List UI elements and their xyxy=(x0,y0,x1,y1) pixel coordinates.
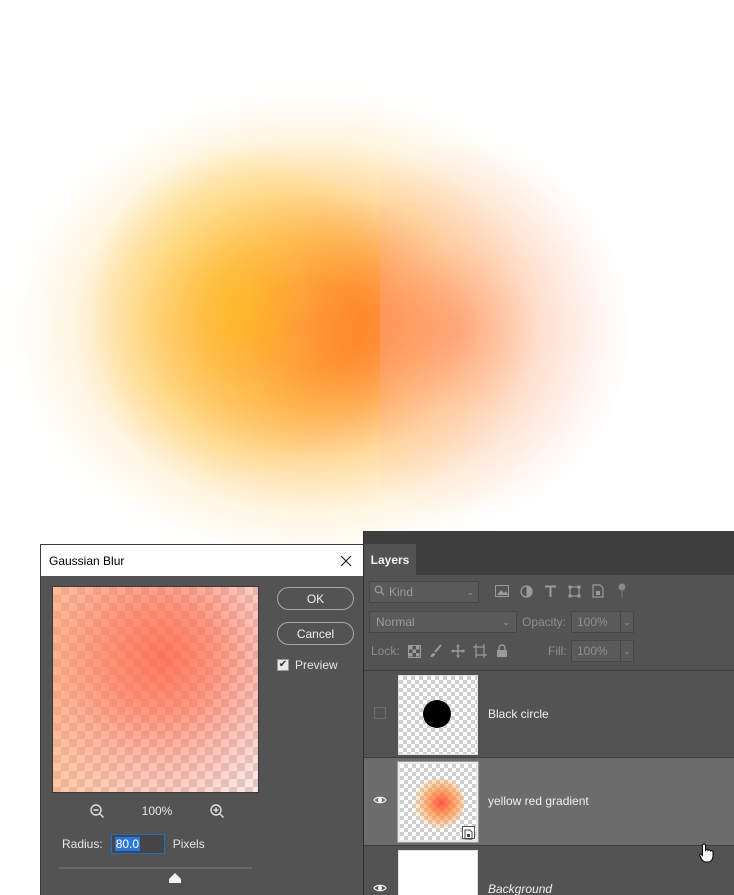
radius-units: Pixels xyxy=(172,837,205,851)
layer-thumbnail xyxy=(398,850,478,895)
gaussian-blur-dialog: Gaussian Blur 100% OK Cancel ✔ Preview R… xyxy=(40,544,365,895)
zoom-level: 100% xyxy=(141,804,173,818)
lock-transparent-icon[interactable] xyxy=(406,643,422,659)
preview-label: Preview xyxy=(295,658,338,672)
opacity-input[interactable]: 100% xyxy=(571,611,621,633)
layer-filter-row: Kind ⌄ xyxy=(364,579,734,605)
layer-thumbnail xyxy=(397,761,479,843)
fill-label: Fill: xyxy=(548,644,567,658)
radius-slider-track[interactable] xyxy=(59,867,252,869)
toggle-filter-icon[interactable] xyxy=(614,583,630,599)
hand-cursor-icon xyxy=(699,843,715,863)
opacity-label: Opacity: xyxy=(522,615,567,629)
opacity-dropdown[interactable]: ⌄ xyxy=(620,611,634,633)
preview-checkbox[interactable]: ✔ xyxy=(277,659,289,671)
layer-thumbnail xyxy=(398,675,478,755)
layer-name[interactable]: Background xyxy=(488,882,552,895)
dialog-title: Gaussian Blur xyxy=(49,553,125,568)
filter-kind-select[interactable]: Kind ⌄ xyxy=(369,581,479,603)
adjustment-icon[interactable] xyxy=(518,583,534,599)
image-icon[interactable] xyxy=(494,583,510,599)
chevron-down-icon: ⌄ xyxy=(466,586,474,597)
preview-zoom-controls: 100% xyxy=(87,800,227,822)
lock-paint-icon[interactable] xyxy=(428,643,444,659)
zoom-out-icon[interactable] xyxy=(87,801,107,821)
preview-toggle[interactable]: ✔ Preview xyxy=(277,658,338,672)
close-icon[interactable] xyxy=(336,551,356,571)
gradient-yellow-glow xyxy=(40,130,400,510)
layer-row-black-circle[interactable]: Black circle xyxy=(364,670,734,758)
cancel-button[interactable]: Cancel xyxy=(277,622,354,645)
layer-row-yellow-red-gradient[interactable]: yellow red gradient xyxy=(364,757,734,845)
blend-opacity-row: Normal ⌄ Opacity: 100% ⌄ xyxy=(364,610,734,634)
lock-icons xyxy=(406,643,510,659)
lock-fill-row: Lock: Fill: 100% ⌄ xyxy=(364,640,734,662)
smart-object-icon[interactable] xyxy=(590,583,606,599)
smart-object-badge-icon xyxy=(462,826,475,840)
eye-icon[interactable] xyxy=(372,880,388,895)
radius-slider-thumb[interactable] xyxy=(169,870,181,883)
layer-name[interactable]: yellow red gradient xyxy=(488,794,589,808)
layer-name[interactable]: Black circle xyxy=(488,707,549,721)
fill-dropdown[interactable]: ⌄ xyxy=(620,640,634,662)
eye-icon[interactable] xyxy=(372,792,388,808)
lock-position-icon[interactable] xyxy=(450,643,466,659)
lock-label: Lock: xyxy=(371,644,400,658)
black-circle-shape xyxy=(423,700,451,728)
layers-panel: Layers Kind ⌄ Normal ⌄ Opacity: 100% ⌄ L… xyxy=(363,531,734,895)
zoom-in-icon[interactable] xyxy=(207,801,227,821)
layer-row-background[interactable]: Background xyxy=(364,845,734,895)
preview-image xyxy=(53,587,258,792)
tab-layers[interactable]: Layers xyxy=(364,544,416,575)
blend-mode-value: Normal xyxy=(376,615,415,629)
visibility-toggle[interactable] xyxy=(372,705,388,721)
visibility-off-box xyxy=(374,707,386,719)
blur-preview-pane[interactable] xyxy=(52,586,259,793)
layers-tabbar: Layers xyxy=(364,531,734,575)
gradient-pink-glow xyxy=(380,130,734,550)
lock-all-icon[interactable] xyxy=(494,643,510,659)
radius-value: 80.0 xyxy=(114,837,141,851)
chevron-down-icon: ⌄ xyxy=(502,616,510,627)
lock-artboard-icon[interactable] xyxy=(472,643,488,659)
type-icon[interactable] xyxy=(542,583,558,599)
radius-row: Radius: 80.0 Pixels xyxy=(62,834,205,854)
dialog-titlebar[interactable]: Gaussian Blur xyxy=(41,545,364,576)
radius-label: Radius: xyxy=(62,837,103,851)
shape-icon[interactable] xyxy=(566,583,582,599)
gradient-preview xyxy=(414,778,464,828)
fill-input[interactable]: 100% xyxy=(571,640,621,662)
radius-input[interactable]: 80.0 xyxy=(110,834,165,854)
filter-kind-label: Kind xyxy=(389,585,414,599)
search-icon xyxy=(374,585,385,599)
filter-type-icons xyxy=(494,583,630,599)
blend-mode-select[interactable]: Normal ⌄ xyxy=(369,611,517,633)
ok-button[interactable]: OK xyxy=(277,587,354,610)
